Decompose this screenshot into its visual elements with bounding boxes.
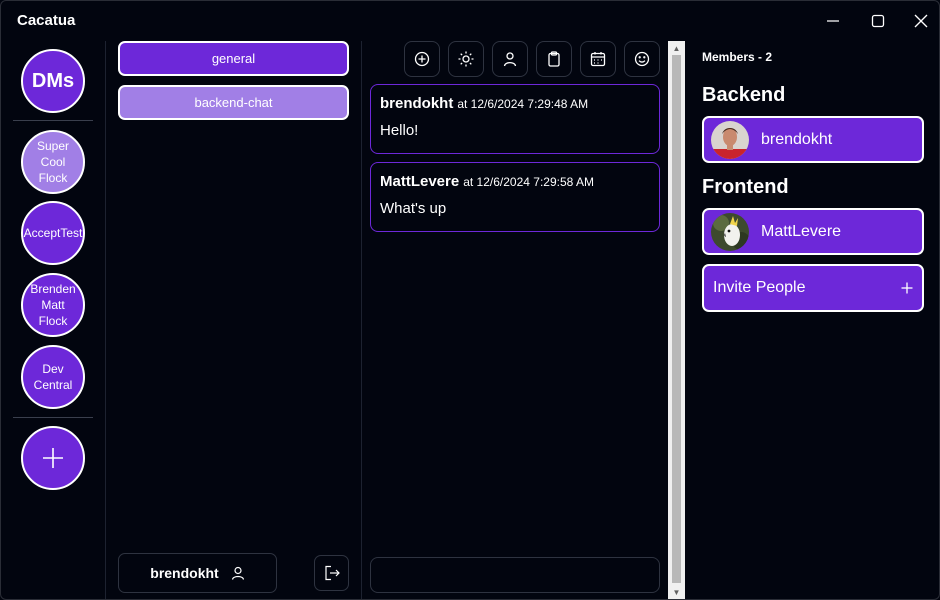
sun-icon (458, 51, 474, 67)
invite-people-button[interactable]: Invite People (702, 264, 924, 312)
current-user-name: brendokht (150, 565, 219, 581)
scroll-up-icon[interactable]: ▲ (668, 41, 685, 55)
rail-divider (13, 417, 93, 418)
title-bar: Cacatua (1, 1, 939, 41)
message-text: What's up (380, 200, 447, 217)
chat-panel: brendokht at 12/6/2024 7:29:48 AM Hello! … (362, 41, 668, 599)
dms-button[interactable]: DMs (21, 49, 85, 113)
calendar-button[interactable] (580, 41, 616, 77)
server-label-line: Flock (38, 314, 68, 328)
server-label: Brenden Matt Flock (30, 281, 75, 329)
add-button[interactable] (404, 41, 440, 77)
server-label-line: Dev (42, 362, 64, 376)
message-author[interactable]: MattLevere (380, 173, 459, 190)
cockatoo-avatar-image (711, 212, 749, 251)
invite-label: Invite People (713, 279, 806, 296)
server-label-line: Matt (41, 298, 65, 312)
members-header: Members - 2 (702, 50, 773, 64)
message-header: brendokht at 12/6/2024 7:29:48 AM (380, 95, 650, 112)
message: MattLevere at 12/6/2024 7:29:58 AM What's… (370, 162, 660, 232)
server-label: Super Cool Flock (37, 138, 69, 186)
server-label-line: Brenden (30, 282, 76, 296)
profile-button[interactable] (492, 41, 528, 77)
message-text: Hello! (380, 122, 419, 139)
add-circle-icon (414, 51, 430, 67)
minimize-button[interactable] (819, 9, 847, 33)
member-name: brendokht (761, 130, 833, 148)
user-icon (231, 566, 244, 580)
role-title-frontend: Frontend (702, 176, 789, 198)
server-super-cool-flock[interactable]: Super Cool Flock (21, 130, 85, 194)
maximize-button[interactable] (864, 9, 892, 33)
server-accepttest[interactable]: AcceptTest (21, 201, 85, 265)
server-label-line: Super (36, 139, 70, 153)
maximize-icon (871, 14, 885, 28)
calendar-icon (590, 52, 606, 67)
member-brendokht[interactable]: brendokht (702, 116, 924, 163)
scroll-thumb[interactable] (672, 55, 681, 583)
app-window: Cacatua DMs Super Cool Flock AcceptTest … (0, 0, 940, 600)
server-label-line: Central (33, 378, 73, 392)
server-label: AcceptTest (23, 226, 83, 240)
server-dev-central[interactable]: Dev Central (21, 345, 85, 409)
members-panel: Members - 2 Backend brendokht Frontend M… (685, 41, 939, 599)
rail-divider (13, 120, 93, 121)
logout-icon (324, 565, 340, 581)
plus-icon (901, 282, 913, 294)
close-button[interactable] (907, 9, 935, 33)
server-label-line: Cool (40, 155, 66, 169)
member-name: MattLevere (761, 222, 842, 240)
app-title: Cacatua (17, 12, 76, 29)
message-header: MattLevere at 12/6/2024 7:29:58 AM (380, 173, 650, 190)
theme-button[interactable] (448, 41, 484, 77)
chat-scrollbar[interactable]: ▲ ▼ (668, 41, 685, 599)
avatar-image (711, 120, 749, 159)
logout-button[interactable] (314, 555, 349, 591)
close-icon (914, 14, 928, 28)
clipboard-button[interactable] (536, 41, 572, 77)
role-title-backend: Backend (702, 84, 786, 106)
server-rail: DMs Super Cool Flock AcceptTest Brenden … (1, 41, 106, 599)
scroll-down-icon[interactable]: ▼ (668, 585, 685, 599)
avatar (711, 212, 749, 251)
add-server-button[interactable] (21, 426, 85, 490)
emoji-button[interactable] (624, 41, 660, 77)
member-mattlevere[interactable]: MattLevere (702, 208, 924, 255)
person-icon (503, 52, 517, 67)
clipboard-icon (548, 51, 560, 67)
channel-backend-chat[interactable]: backend-chat (118, 85, 349, 120)
minimize-icon (827, 20, 839, 22)
smiley-icon (634, 51, 650, 67)
plus-icon (43, 448, 63, 468)
server-label: Dev Central (34, 361, 73, 393)
message-input[interactable] (370, 557, 660, 593)
channel-list: general backend-chat brendokht (106, 41, 362, 599)
server-brenden-matt-flock[interactable]: Brenden Matt Flock (21, 273, 85, 337)
message-timestamp: at 12/6/2024 7:29:58 AM (463, 175, 594, 189)
current-user-button[interactable]: brendokht (118, 553, 277, 593)
server-label-line: Flock (38, 171, 68, 185)
avatar (711, 120, 749, 159)
message-timestamp: at 12/6/2024 7:29:48 AM (457, 97, 589, 111)
message-author[interactable]: brendokht (380, 95, 453, 112)
channel-general[interactable]: general (118, 41, 349, 76)
message: brendokht at 12/6/2024 7:29:48 AM Hello! (370, 84, 660, 154)
